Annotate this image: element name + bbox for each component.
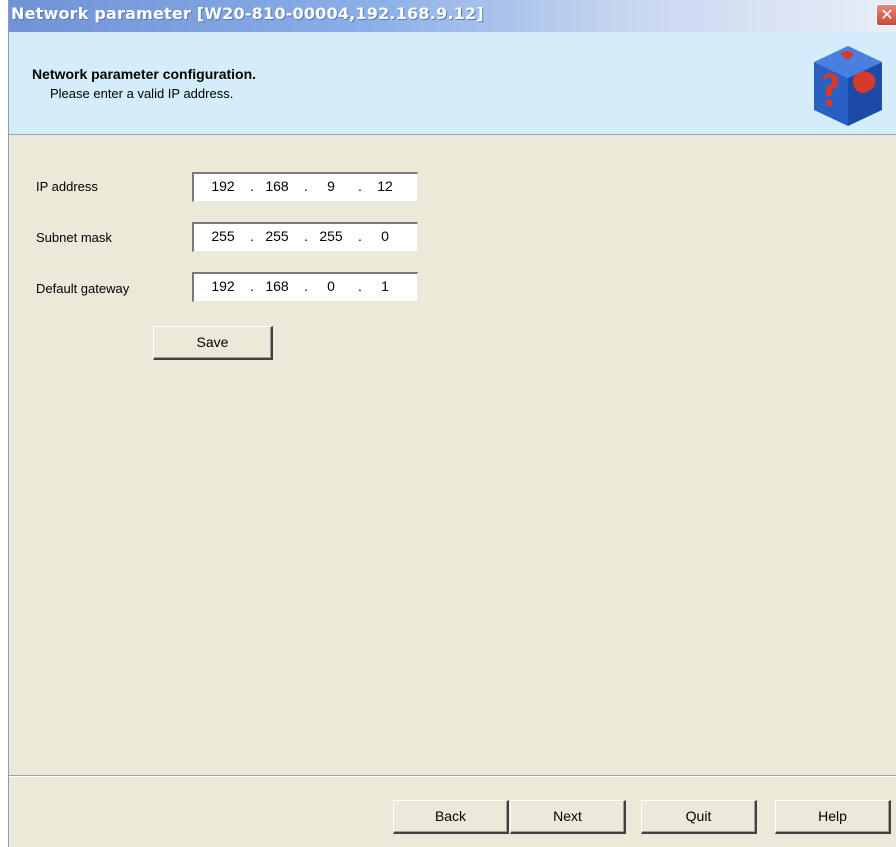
gateway-octet-2: 168 bbox=[265, 278, 289, 294]
save-button[interactable]: Save bbox=[153, 326, 273, 360]
gateway-octet-4: 1 bbox=[381, 278, 389, 294]
subnet-octet-4: 0 bbox=[381, 228, 389, 244]
subnet-octet-1: 255 bbox=[211, 228, 235, 244]
ip-address-row: IP address 192 . 168 . 9 . 12 bbox=[9, 172, 896, 202]
subnet-mask-row: Subnet mask 255 . 255 . 255 . 0 bbox=[9, 222, 896, 252]
octet-separator: . bbox=[358, 228, 362, 244]
quit-button[interactable]: Quit bbox=[641, 800, 757, 834]
ip-octet-4: 12 bbox=[377, 178, 393, 194]
gateway-octet-3: 0 bbox=[327, 278, 335, 294]
close-button[interactable]: ✕ bbox=[876, 4, 896, 26]
octet-separator: . bbox=[304, 228, 308, 244]
next-button[interactable]: Next bbox=[510, 800, 626, 834]
footer-divider bbox=[9, 775, 896, 777]
ip-octet-3: 9 bbox=[327, 178, 335, 194]
page-subtext: Please enter a valid IP address. bbox=[50, 86, 234, 101]
window-title: Network parameter [W20-810-00004,192.168… bbox=[11, 4, 484, 23]
default-gateway-input[interactable]: 192 . 168 . 0 . 1 bbox=[192, 272, 418, 302]
octet-separator: . bbox=[250, 178, 254, 194]
title-bar[interactable]: Network parameter [W20-810-00004,192.168… bbox=[9, 0, 896, 32]
default-gateway-row: Default gateway 192 . 168 . 0 . 1 bbox=[9, 272, 896, 302]
ip-address-input[interactable]: 192 . 168 . 9 . 12 bbox=[192, 172, 418, 202]
subnet-octet-2: 255 bbox=[265, 228, 289, 244]
octet-separator: . bbox=[304, 178, 308, 194]
wizard-header: Network parameter configuration. Please … bbox=[9, 32, 896, 135]
page-heading: Network parameter configuration. bbox=[32, 66, 257, 82]
ip-octet-1: 192 bbox=[211, 178, 235, 194]
dialog-window: Network parameter [W20-810-00004,192.168… bbox=[8, 0, 896, 847]
octet-separator: . bbox=[250, 228, 254, 244]
gateway-octet-1: 192 bbox=[211, 278, 235, 294]
cube-help-logo-icon bbox=[814, 46, 882, 126]
octet-separator: . bbox=[250, 278, 254, 294]
back-button[interactable]: Back bbox=[393, 800, 509, 834]
default-gateway-label: Default gateway bbox=[36, 281, 130, 296]
ip-address-label: IP address bbox=[36, 179, 98, 194]
subnet-mask-label: Subnet mask bbox=[36, 230, 112, 245]
subnet-mask-input[interactable]: 255 . 255 . 255 . 0 bbox=[192, 222, 418, 252]
octet-separator: . bbox=[358, 178, 362, 194]
octet-separator: . bbox=[358, 278, 362, 294]
subnet-octet-3: 255 bbox=[319, 228, 343, 244]
ip-octet-2: 168 bbox=[265, 178, 289, 194]
help-button[interactable]: Help bbox=[775, 800, 891, 834]
close-icon: ✕ bbox=[880, 5, 894, 24]
octet-separator: . bbox=[304, 278, 308, 294]
